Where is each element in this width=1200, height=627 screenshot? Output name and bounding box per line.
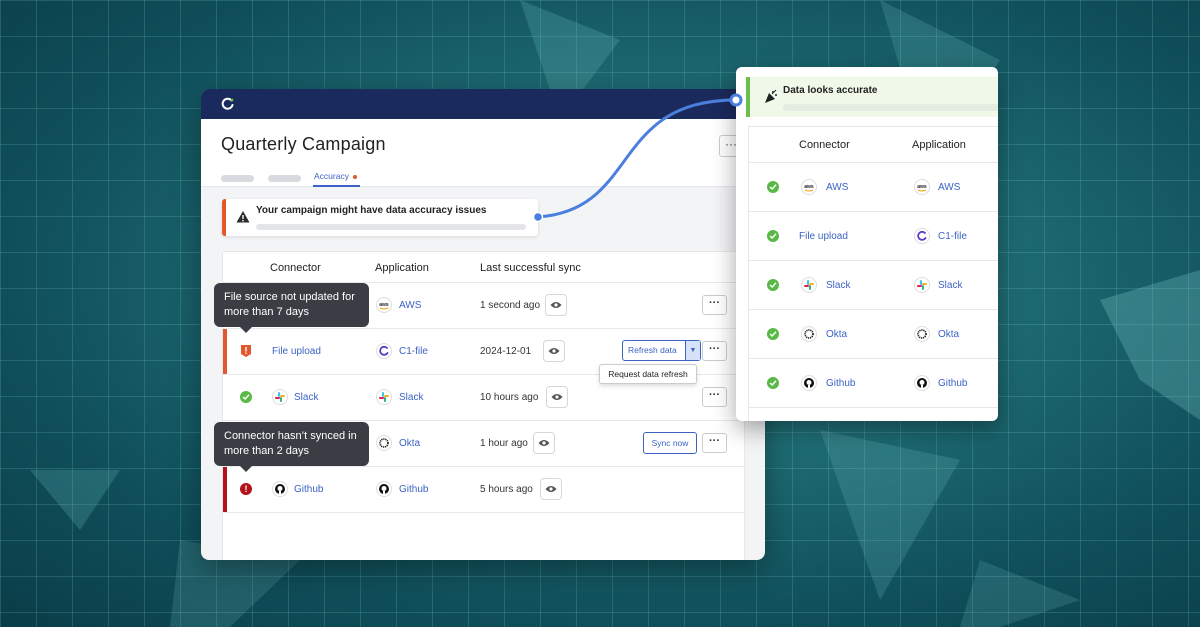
- connection-start-dot: [532, 211, 544, 223]
- connection-line: [532, 93, 743, 223]
- connection-end-dot: [729, 93, 743, 107]
